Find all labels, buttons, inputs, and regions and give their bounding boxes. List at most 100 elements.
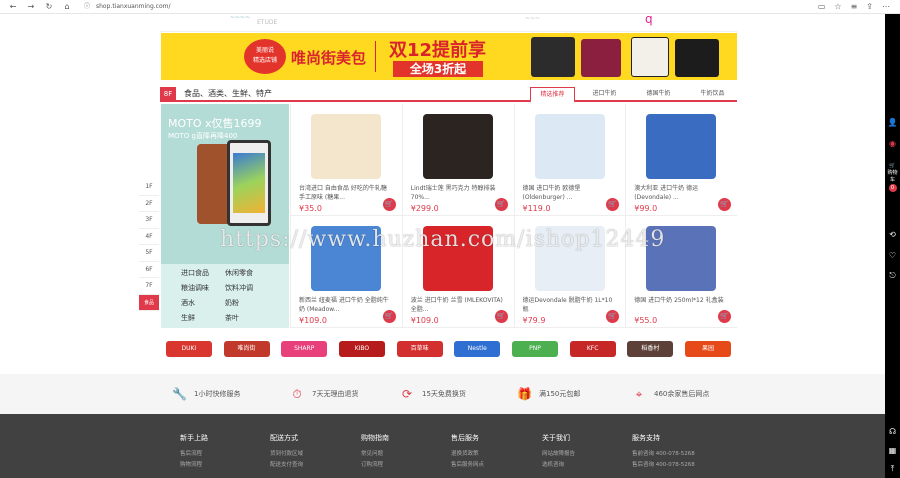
product-price: ¥55.0 <box>634 316 658 325</box>
brand-logo[interactable]: Nestle <box>454 341 501 357</box>
add-to-cart-icon[interactable]: 🛒 <box>606 198 620 211</box>
refresh-icon[interactable]: ↻ <box>44 2 54 12</box>
tab-german-milk[interactable]: 德国牛奶 <box>636 87 681 102</box>
product-card[interactable]: 台湾进口 自由食品 好吃的牛轧糖 手工原味 (糖果... ¥35.0 🛒 <box>290 104 402 216</box>
feature-link[interactable]: 粮油调味 <box>181 283 225 294</box>
feature-links: 进口食品 休闲零食 粮油调味 饮料冲调 酒水 奶粉 生鲜 茶叶 <box>161 264 289 328</box>
feature-link[interactable]: 进口食品 <box>181 268 225 279</box>
add-to-cart-icon[interactable]: 🛒 <box>718 310 731 323</box>
add-to-cart-icon[interactable]: 🛒 <box>494 310 508 323</box>
tab-featured[interactable]: 精选推荐 <box>530 87 575 103</box>
location-icon: ⌖ <box>635 387 643 401</box>
wrench-icon: 🔧 <box>172 387 187 401</box>
floor-nav-item[interactable]: 6F <box>139 262 159 278</box>
feature-link[interactable]: 茶叶 <box>225 313 269 324</box>
feature-link[interactable]: 休闲零食 <box>225 268 269 279</box>
user-icon[interactable]: 👤 <box>887 118 898 128</box>
product-card[interactable]: Lindt瑞士莲 黑巧克力 特醇排装 70%... ¥299.0 🛒 <box>401 104 514 216</box>
home-icon[interactable]: ⌂ <box>62 2 72 12</box>
service-strip: 🔧 1小时快修服务 ⏱ 7天无理由退货 ⟳ 15天免费换货 🎁 满150元包邮 … <box>0 374 885 414</box>
handbag-image <box>631 37 669 77</box>
brand-logo[interactable]: SHARP <box>281 341 328 357</box>
add-to-cart-icon[interactable]: 🛒 <box>494 198 508 211</box>
banner-title: 唯尚街美包 <box>291 49 367 67</box>
sidebar-cart[interactable]: 🛒 购物车 0 <box>887 163 898 192</box>
coupon-icon[interactable]: ◉ <box>887 139 898 149</box>
handbag-image <box>531 37 575 77</box>
service-item: ⟳ 15天免费换货 <box>401 387 466 401</box>
promo-banner[interactable]: 美丽说 精选店铺 唯尚街美包 双12提前享 全场3折起 <box>161 33 737 80</box>
add-to-cart-icon[interactable]: 🛒 <box>606 310 620 323</box>
clock-icon: ⏱ <box>292 387 302 401</box>
product-name[interactable]: 新西兰 纽麦福 进口牛奶 全脂纯牛奶 (Meadow... <box>299 296 394 314</box>
handbag-image <box>675 39 719 77</box>
product-image <box>422 114 493 179</box>
brand-logo[interactable]: 稻香村 <box>627 341 674 357</box>
history-icon[interactable]: ⟲ <box>887 230 898 240</box>
brand-logo[interactable]: DUKI <box>165 341 212 357</box>
product-name[interactable]: 德运Devondale 脱脂牛奶 1L*10瓶 <box>523 296 618 314</box>
favorite-icon[interactable]: ☆ <box>834 2 841 12</box>
floor-nav-item-active[interactable]: 食品 <box>139 294 159 311</box>
brand-logo[interactable]: 百草味 <box>396 341 443 357</box>
add-to-cart-icon[interactable]: 🛒 <box>382 310 396 323</box>
product-price: ¥109.0 <box>410 316 439 325</box>
brand-logo[interactable]: KIBO <box>338 341 385 357</box>
feature-link[interactable]: 饮料冲调 <box>225 283 269 294</box>
brand-logo-row: DUKI 唯尚街 SHARP KIBO 百草味 Nestle PNP KFC 稻… <box>160 336 737 362</box>
customer-service-icon[interactable]: ☊ <box>887 427 898 437</box>
banner-subline: 全场3折起 <box>393 61 483 77</box>
floor-nav-item[interactable]: 5F <box>139 245 159 262</box>
banner-headline: 双12提前享 <box>389 40 487 61</box>
brand-logo[interactable]: 果园 <box>685 341 732 357</box>
back-to-top-icon[interactable]: ⤒ <box>887 464 898 474</box>
floor-nav-item[interactable]: 1F <box>139 179 159 196</box>
service-item: 🔧 1小时快修服务 <box>172 387 241 401</box>
site-info-icon[interactable]: ⓘ <box>82 2 92 12</box>
favorites-hub-icon[interactable]: ≡ <box>851 2 858 12</box>
back-icon[interactable]: ← <box>8 2 18 12</box>
product-card[interactable]: 德国 进口牛奶 欧德堡 (Oldenburger) ... ¥119.0 🛒 <box>513 104 626 216</box>
share-icon[interactable]: ⎋ <box>887 271 898 281</box>
add-to-cart-icon[interactable]: 🛒 <box>382 198 396 211</box>
favorite-icon[interactable]: ♡ <box>887 251 898 261</box>
forward-icon[interactable]: → <box>26 2 36 12</box>
product-name[interactable]: 台湾进口 自由食品 好吃的牛轧糖 手工原味 (糖果... <box>299 184 394 202</box>
service-item: 🎁 满150元包邮 <box>517 387 581 401</box>
floor-nav-item[interactable]: 2F <box>139 196 159 212</box>
more-icon[interactable]: ⋯ <box>882 2 890 12</box>
product-price: ¥109.0 <box>299 316 327 325</box>
feature-link[interactable]: 奶粉 <box>225 298 269 309</box>
product-card[interactable]: 澳大利亚 进口牛奶 德运 (Devondale) ... ¥99.0 🛒 <box>625 104 737 216</box>
footer-column: 新手上路 售后流程 购物流程 <box>180 434 208 468</box>
product-name[interactable]: 德国 进口牛奶 欧德堡 (Oldenburger) ... <box>523 184 618 202</box>
floor-nav-item[interactable]: 3F <box>139 212 159 229</box>
product-name[interactable]: Lindt瑞士莲 黑巧克力 特醇排装 70%... <box>411 184 506 202</box>
tab-imported-milk[interactable]: 进口牛奶 <box>582 87 627 102</box>
brand-logo[interactable]: 唯尚街 <box>223 341 270 357</box>
tab-milk-drinks[interactable]: 牛奶饮品 <box>690 87 735 102</box>
brand-logo[interactable]: KFC <box>569 341 616 357</box>
brand-logo-partial: q <box>645 12 653 26</box>
product-name[interactable]: 德国 进口牛奶 250ml*12 礼盒装 <box>634 296 729 314</box>
service-item: ⌖ 460余家售后网点 <box>632 386 710 402</box>
qrcode-icon[interactable]: ▦ <box>887 446 898 456</box>
brand-logo-partial: ~~~~ <box>230 14 251 21</box>
floor-nav-item[interactable]: 7F <box>139 278 159 295</box>
floor-feature-panel[interactable]: MOTO x仅售1699 MOTO g直降再降400 进口食品 休闲零食 粮油调… <box>161 104 289 328</box>
product-image <box>646 114 717 179</box>
brand-logo[interactable]: PNP <box>511 341 558 357</box>
add-to-cart-icon[interactable]: 🛒 <box>718 198 731 211</box>
product-name[interactable]: 波兰 进口牛奶 兰雪 (MLEKOVITA) 全脂... <box>411 296 506 314</box>
floor-label: 8F <box>160 87 176 101</box>
floor-nav-item[interactable]: 4F <box>139 229 159 245</box>
reading-view-icon[interactable]: ▭ <box>818 2 826 12</box>
product-name[interactable]: 澳大利亚 进口牛奶 德运 (Devondale) ... <box>634 184 729 202</box>
product-price: ¥99.0 <box>634 204 658 213</box>
share-icon[interactable]: ⇪ <box>866 2 873 12</box>
brand-logo-partial: ETUDE <box>257 19 278 26</box>
feature-link[interactable]: 酒水 <box>181 298 225 309</box>
cart-count-badge: 0 <box>888 184 897 192</box>
address-bar[interactable]: shop.tianxuanming.com/ <box>96 1 171 12</box>
feature-link[interactable]: 生鲜 <box>181 313 225 324</box>
